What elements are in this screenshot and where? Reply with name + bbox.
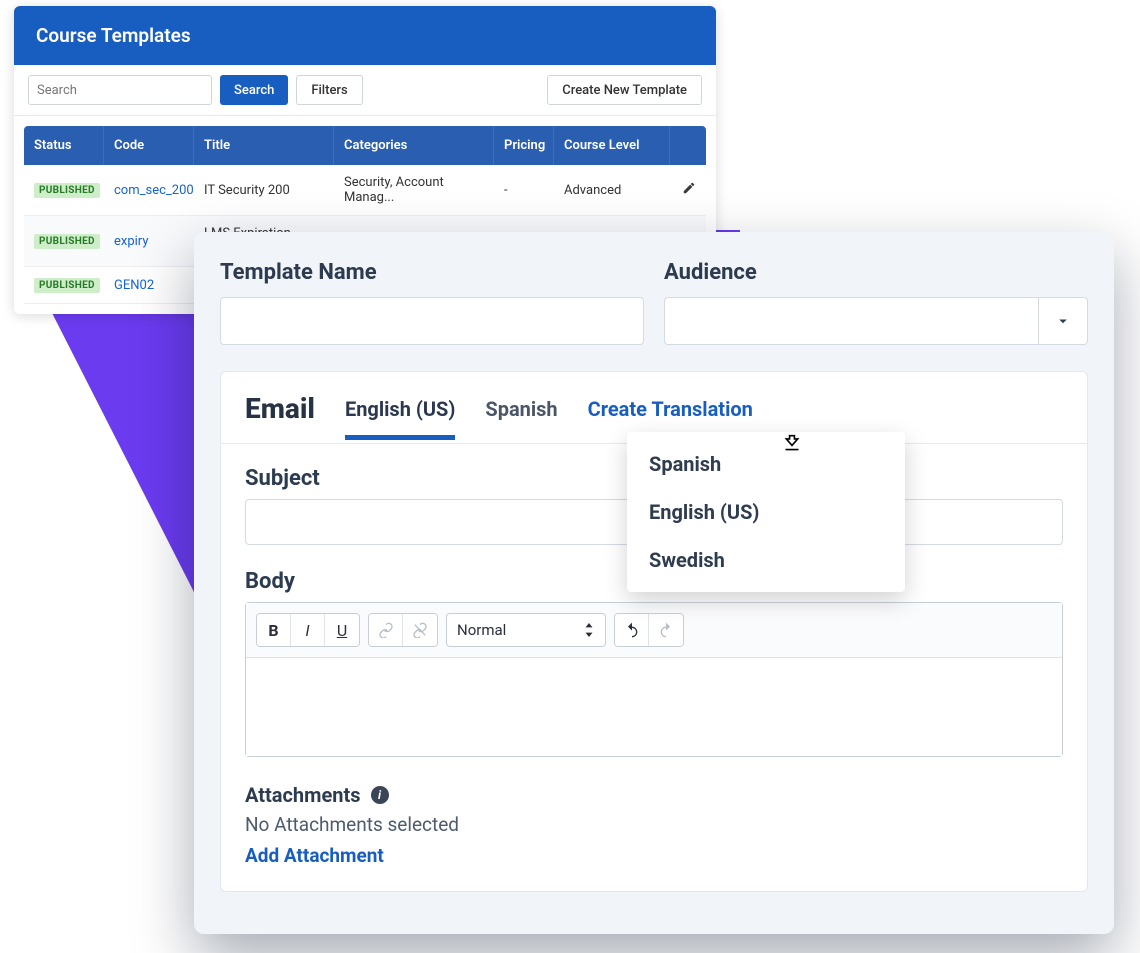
row-categories: Security, Account Manag...	[334, 165, 494, 215]
template-name-label: Template Name	[220, 260, 644, 285]
undo-icon[interactable]	[615, 614, 649, 646]
col-level[interactable]: Course Level	[554, 126, 670, 165]
card-header: Email English (US) Spanish Create Transl…	[221, 372, 1087, 444]
code-link[interactable]: GEN02	[114, 278, 154, 293]
attachments-empty: No Attachments selected	[245, 813, 1063, 836]
format-select[interactable]: Normal	[446, 613, 606, 647]
row-level: Advanced	[554, 173, 670, 208]
col-categories[interactable]: Categories	[334, 126, 494, 165]
dropdown-item-spanish[interactable]: Spanish	[627, 440, 905, 488]
add-attachment-link[interactable]: Add Attachment	[245, 844, 1063, 867]
search-button[interactable]: Search	[220, 75, 288, 105]
panel-title: Course Templates	[14, 6, 716, 65]
sort-icon	[583, 623, 595, 637]
search-input[interactable]	[28, 75, 212, 105]
col-code[interactable]: Code	[104, 126, 194, 165]
table-header: Status Code Title Categories Pricing Cou…	[24, 126, 706, 165]
col-title[interactable]: Title	[194, 126, 334, 165]
translation-dropdown: Spanish English (US) Swedish	[627, 432, 905, 592]
cursor-icon	[779, 430, 805, 460]
edit-icon[interactable]	[682, 184, 696, 199]
col-status[interactable]: Status	[24, 126, 104, 165]
table-row: PUBLISHED com_sec_200 IT Security 200 Se…	[24, 165, 706, 216]
template-name-input[interactable]	[220, 297, 644, 345]
rich-text-editor: B I U Normal	[245, 602, 1063, 757]
email-card: Email English (US) Spanish Create Transl…	[220, 371, 1088, 892]
bold-button[interactable]: B	[257, 614, 291, 646]
rte-toolbar: B I U Normal	[246, 603, 1062, 658]
tab-english[interactable]: English (US)	[345, 397, 455, 439]
chevron-down-icon[interactable]	[1038, 297, 1088, 345]
toolbar: Search Filters Create New Template	[14, 65, 716, 116]
row-title: IT Security 200	[194, 173, 334, 208]
col-pricing[interactable]: Pricing	[494, 126, 554, 165]
redo-icon[interactable]	[649, 614, 683, 646]
create-template-button[interactable]: Create New Template	[547, 75, 702, 105]
italic-button[interactable]: I	[291, 614, 325, 646]
info-icon[interactable]: i	[371, 786, 389, 804]
dropdown-item-swedish[interactable]: Swedish	[627, 536, 905, 584]
status-badge: PUBLISHED	[34, 183, 100, 198]
link-icon[interactable]	[369, 614, 403, 646]
unlink-icon[interactable]	[403, 614, 437, 646]
dropdown-item-english[interactable]: English (US)	[627, 488, 905, 536]
attachments-label: Attachments	[245, 783, 361, 807]
rte-body[interactable]	[246, 658, 1062, 756]
section-title: Email	[245, 392, 315, 443]
underline-button[interactable]: U	[325, 614, 359, 646]
code-link[interactable]: com_sec_200	[114, 183, 194, 198]
editor-panel: Template Name Audience Email English (US…	[194, 232, 1114, 934]
filters-button[interactable]: Filters	[296, 75, 362, 105]
audience-select[interactable]	[664, 297, 1038, 345]
row-pricing: -	[494, 173, 554, 208]
format-select-label: Normal	[457, 621, 506, 639]
audience-label: Audience	[664, 260, 1088, 285]
status-badge: PUBLISHED	[34, 278, 100, 293]
status-badge: PUBLISHED	[34, 234, 100, 249]
tab-spanish[interactable]: Spanish	[485, 397, 557, 439]
code-link[interactable]: expiry	[114, 234, 148, 249]
